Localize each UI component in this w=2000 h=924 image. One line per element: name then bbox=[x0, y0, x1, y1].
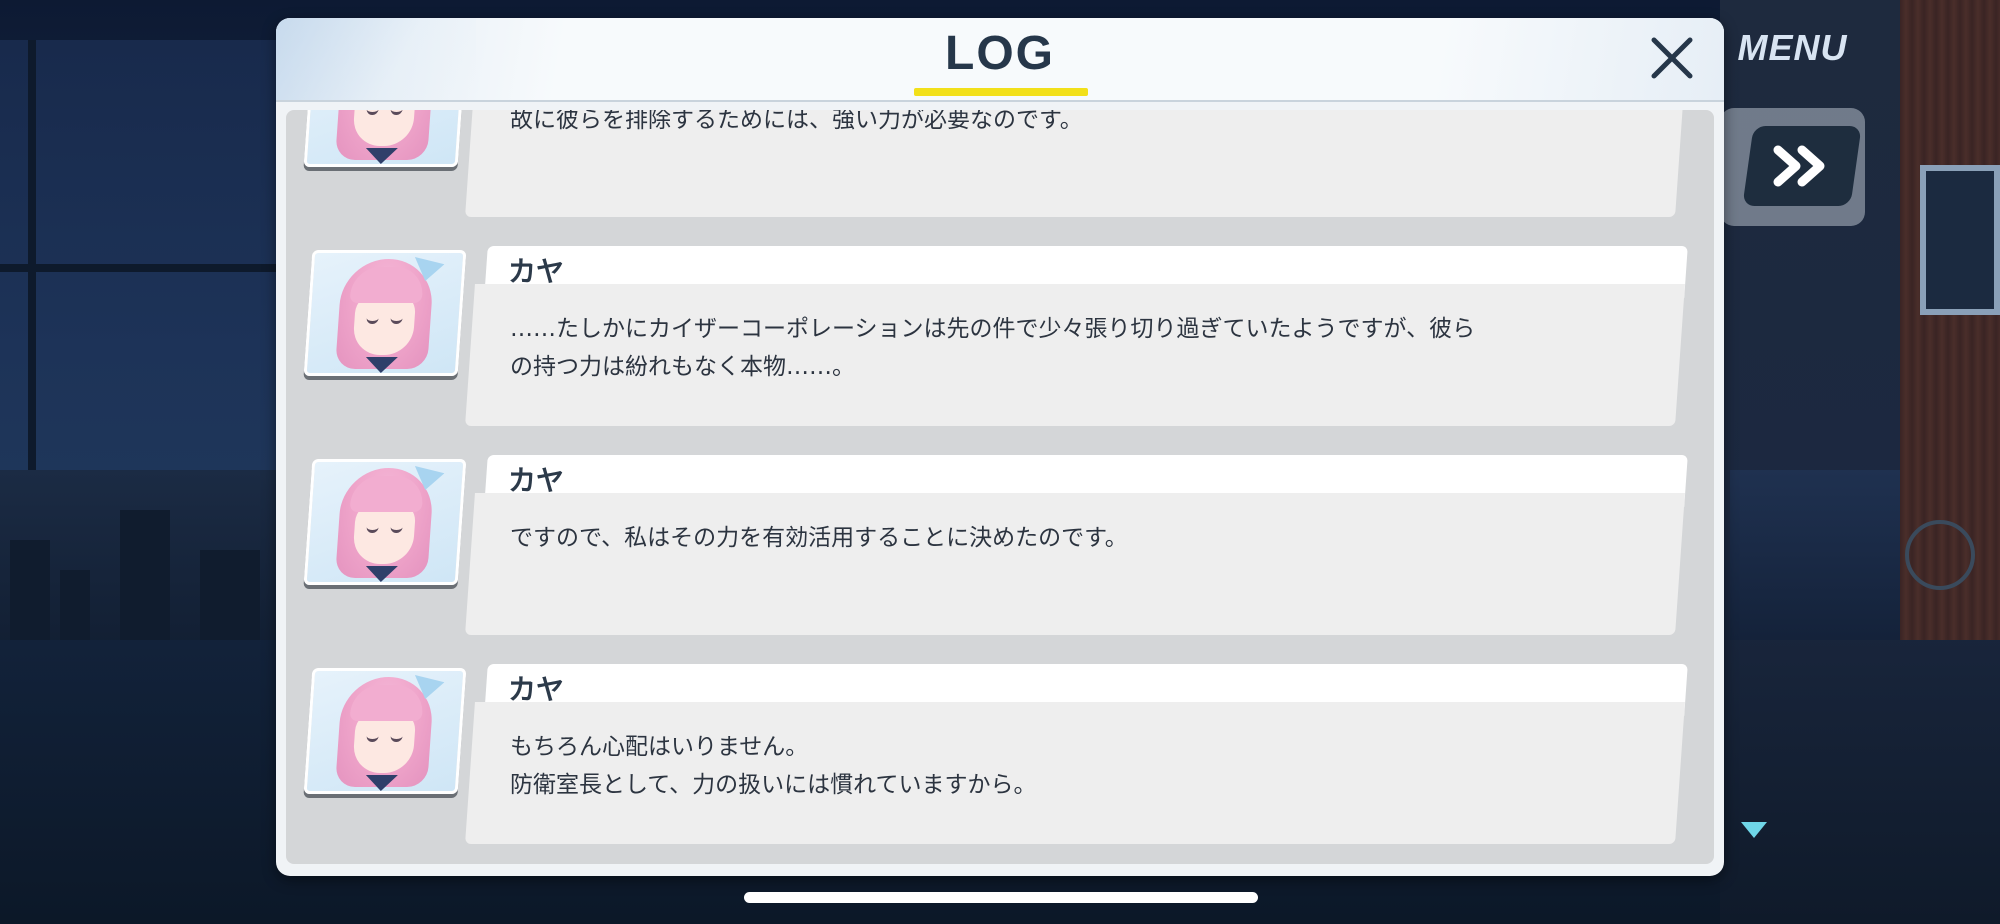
speaker-avatar bbox=[303, 250, 467, 376]
home-indicator[interactable] bbox=[744, 892, 1258, 903]
speaker-avatar bbox=[303, 459, 467, 585]
background-picture-frame bbox=[1920, 165, 2000, 315]
background-globe bbox=[1905, 520, 1975, 590]
log-title: LOG bbox=[945, 27, 1055, 80]
message-text: ですので、私はその力を有効活用することに決めたのです。 bbox=[510, 525, 1128, 551]
menu-button-label: MENU bbox=[1737, 27, 1848, 68]
fast-forward-icon bbox=[1773, 145, 1825, 187]
speaker-avatar bbox=[303, 110, 467, 167]
log-entry: カヤ ですので、私はその力を有効活用することに決めたのです。 bbox=[286, 441, 1714, 650]
message-text: 故に彼らを排除するためには、強い力が必要なのです。 bbox=[510, 110, 1083, 133]
log-entry: 故に彼らを排除するためには、強い力が必要なのです。 bbox=[286, 110, 1714, 232]
message-bubble bbox=[465, 493, 1685, 635]
speaker-avatar bbox=[303, 668, 467, 794]
message-text: ……たしかにカイザーコーポレーションは先の件で少々張り切り過ぎていたようですが、… bbox=[510, 316, 1476, 380]
close-button[interactable] bbox=[1644, 30, 1700, 86]
close-icon bbox=[1651, 37, 1693, 79]
log-entry: カヤ ……たしかにカイザーコーポレーションは先の件で少々張り切り過ぎていたようで… bbox=[286, 232, 1714, 441]
fast-forward-button[interactable] bbox=[1742, 126, 1862, 206]
log-list[interactable]: 故に彼らを排除するためには、強い力が必要なのです。 カヤ ……たしかにカイザーコ… bbox=[286, 110, 1714, 864]
menu-button[interactable]: MENU bbox=[1715, 20, 1870, 76]
title-underline bbox=[914, 88, 1088, 96]
log-panel: LOG 故に彼らを排除するためには、強い力が必要なのです。 カヤ ……たしかにカ… bbox=[276, 18, 1724, 876]
background-city bbox=[0, 470, 300, 650]
log-header: LOG bbox=[276, 18, 1724, 102]
scroll-down-arrow-icon[interactable] bbox=[1741, 822, 1767, 838]
message-text: もちろん心配はいりません。 防衛室長として、力の扱いには慣れていますから。 bbox=[510, 734, 1037, 798]
log-entry: カヤ もちろん心配はいりません。 防衛室長として、力の扱いには慣れていますから。 bbox=[286, 650, 1714, 859]
background-right-city bbox=[1730, 470, 1900, 640]
log-scroll-content: 故に彼らを排除するためには、強い力が必要なのです。 カヤ ……たしかにカイザーコ… bbox=[286, 110, 1714, 859]
